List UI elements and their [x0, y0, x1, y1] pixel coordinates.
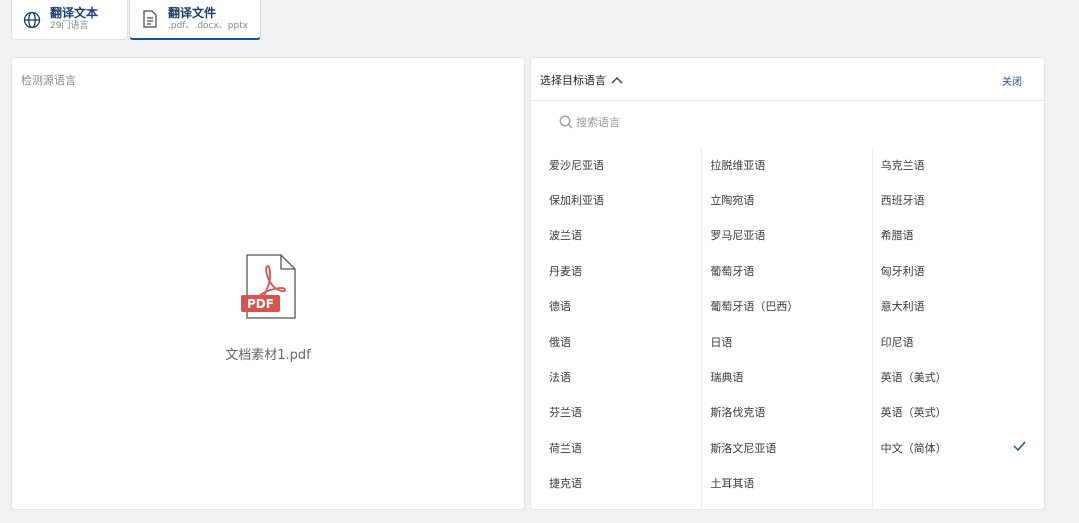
tab-translate-text[interactable]: 翻译文本 29门语言 [11, 0, 128, 40]
tab-subtitle: 29门语言 [50, 21, 89, 32]
document-icon [140, 9, 160, 29]
language-option[interactable]: 希腊语 [873, 218, 1044, 253]
language-option[interactable]: 拉脱维亚语 [702, 147, 871, 182]
language-option[interactable]: 法语 [531, 359, 701, 394]
language-option[interactable]: 保加利亚语 [531, 182, 701, 217]
language-option[interactable]: 意大利语 [873, 289, 1044, 324]
language-option[interactable]: 斯洛伐克语 [702, 395, 871, 430]
language-option[interactable]: 荷兰语 [531, 430, 701, 465]
language-option[interactable]: 英语（英式） [873, 395, 1044, 430]
language-option[interactable]: 波兰语 [531, 218, 701, 253]
language-column: 爱沙尼亚语 保加利亚语 波兰语 丹麦语 德语 俄语 法语 芬兰语 荷兰语 捷克语 [531, 147, 701, 509]
pdf-badge-label: PDF [247, 297, 274, 311]
close-button[interactable]: 关闭 [1002, 73, 1022, 88]
mode-tabs: 翻译文本 29门语言 翻译文件 .pdf、.docx、pptx [11, 0, 261, 40]
target-language-header: 选择目标语言 关闭 [531, 58, 1044, 101]
language-option[interactable]: 葡萄牙语 [702, 253, 871, 288]
language-option[interactable]: 乌克兰语 [873, 147, 1044, 182]
tab-title: 翻译文本 [50, 6, 99, 21]
language-list: 爱沙尼亚语 保加利亚语 波兰语 丹麦语 德语 俄语 法语 芬兰语 荷兰语 捷克语… [531, 147, 1044, 509]
language-option[interactable]: 瑞典语 [702, 359, 871, 394]
detect-source-language-button[interactable]: 检测源语言 [21, 72, 76, 88]
language-option[interactable]: 立陶宛语 [702, 182, 871, 217]
globe-icon [22, 10, 42, 30]
language-option[interactable]: 捷克语 [531, 466, 701, 501]
language-option[interactable]: 葡萄牙语（巴西） [702, 289, 871, 324]
language-option[interactable]: 印尼语 [873, 324, 1044, 359]
language-column: 拉脱维亚语 立陶宛语 罗马尼亚语 葡萄牙语 葡萄牙语（巴西） 日语 瑞典语 斯洛… [701, 147, 871, 509]
search-input[interactable] [576, 115, 776, 129]
tab-translate-file[interactable]: 翻译文件 .pdf、.docx、pptx [129, 0, 261, 40]
target-language-panel: 选择目标语言 关闭 爱沙尼亚语 保加利亚语 波兰语 丹麦语 德语 俄语 法语 芬… [530, 57, 1045, 510]
chevron-up-icon [611, 77, 623, 84]
language-search [559, 115, 776, 129]
target-language-toggle[interactable]: 选择目标语言 [540, 72, 623, 88]
language-option[interactable]: 芬兰语 [531, 395, 701, 430]
language-option[interactable]: 斯洛文尼亚语 [702, 430, 871, 465]
language-option[interactable]: 德语 [531, 289, 701, 324]
language-option[interactable]: 日语 [702, 324, 871, 359]
tab-title: 翻译文件 [168, 5, 217, 20]
language-option[interactable]: 匈牙利语 [873, 253, 1044, 288]
language-option-selected[interactable]: 中文（简体） [873, 430, 1044, 465]
language-option[interactable]: 英语（美式） [873, 359, 1044, 394]
target-language-title: 选择目标语言 [540, 74, 606, 87]
tab-subtitle: .pdf、.docx、pptx [168, 20, 249, 31]
language-option[interactable]: 俄语 [531, 324, 701, 359]
language-option[interactable]: 罗马尼亚语 [702, 218, 871, 253]
language-option-label: 中文（简体） [880, 441, 947, 455]
language-option[interactable]: 爱沙尼亚语 [531, 147, 701, 182]
language-column: 乌克兰语 西班牙语 希腊语 匈牙利语 意大利语 印尼语 英语（美式） 英语（英式… [871, 147, 1044, 509]
pdf-file-icon: PDF [241, 254, 297, 320]
checkmark-icon [1013, 441, 1026, 452]
language-option[interactable]: 西班牙语 [873, 182, 1044, 217]
file-name: 文档素材1.pdf [225, 348, 311, 363]
search-icon [559, 115, 573, 129]
language-option[interactable]: 土耳其语 [702, 466, 871, 501]
source-panel: 检测源语言 PDF 文档素材1.pdf [11, 57, 525, 510]
language-option[interactable]: 丹麦语 [531, 253, 701, 288]
